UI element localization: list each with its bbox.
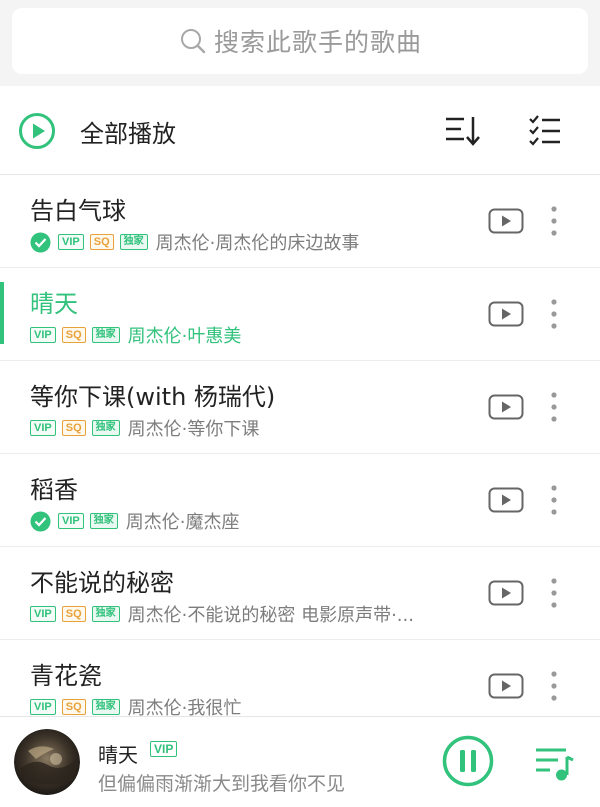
song-row-active[interactable]: 晴天 VIP SQ 独家 周杰伦·叶惠美 xyxy=(0,268,600,361)
song-title: 晴天 xyxy=(30,290,78,318)
song-title: 不能说的秘密 xyxy=(30,569,174,597)
vip-badge: VIP xyxy=(58,234,84,250)
toolbar: 全部播放 xyxy=(0,86,600,175)
now-playing-lyric: 但偏偏雨渐渐大到我看你不见 xyxy=(98,773,346,795)
video-play-icon[interactable] xyxy=(488,487,524,513)
song-title: 等你下课(with 杨瑞代) xyxy=(30,383,276,411)
song-artist: 周杰伦·等你下课 xyxy=(127,419,260,440)
video-play-icon[interactable] xyxy=(488,208,524,234)
more-vertical-icon[interactable] xyxy=(546,296,562,332)
exclusive-badge: 独家 xyxy=(119,234,148,250)
song-meta: VIP 独家 周杰伦·魔杰座 xyxy=(30,510,240,533)
sq-badge: SQ xyxy=(89,234,114,250)
vip-badge: VIP xyxy=(58,513,84,529)
play-all-button[interactable]: 全部播放 xyxy=(80,114,176,149)
now-playing-title: 晴天 xyxy=(98,743,138,767)
song-meta: VIP SQ 独家 周杰伦·不能说的秘密 电影原声带·... xyxy=(30,603,414,626)
exclusive-badge: 独家 xyxy=(91,699,120,715)
search-area: 搜索此歌手的歌曲 xyxy=(0,0,600,86)
song-row[interactable]: 不能说的秘密 VIP SQ 独家 周杰伦·不能说的秘密 电影原声带·... xyxy=(0,547,600,640)
song-list: 告白气球 VIP SQ 独家 周杰伦·周杰伦的床边故事 晴天 VIP SQ 独家… xyxy=(0,175,600,733)
video-play-icon[interactable] xyxy=(488,394,524,420)
check-circle-icon xyxy=(30,232,51,252)
exclusive-badge: 独家 xyxy=(89,513,118,529)
more-vertical-icon[interactable] xyxy=(546,203,562,239)
sq-badge: SQ xyxy=(61,420,86,436)
vip-badge: VIP xyxy=(30,327,56,343)
exclusive-badge: 独家 xyxy=(91,606,120,622)
song-title: 告白气球 xyxy=(30,197,126,225)
exclusive-badge: 独家 xyxy=(91,327,120,343)
pause-circle-icon[interactable] xyxy=(442,735,494,787)
song-artist: 周杰伦·周杰伦的床边故事 xyxy=(155,233,360,254)
sq-badge: SQ xyxy=(61,606,86,622)
sq-badge: SQ xyxy=(61,327,86,343)
multiselect-list-icon[interactable] xyxy=(528,114,562,148)
vip-badge: VIP xyxy=(30,420,56,436)
song-meta: VIP SQ 独家 周杰伦·我很忙 xyxy=(30,696,241,719)
song-artist: 周杰伦·不能说的秘密 电影原声带·... xyxy=(127,605,414,626)
more-vertical-icon[interactable] xyxy=(546,668,562,704)
video-play-icon[interactable] xyxy=(488,580,524,606)
song-meta: VIP SQ 独家 周杰伦·叶惠美 xyxy=(30,324,242,347)
now-playing-indicator xyxy=(0,282,4,344)
vip-badge: VIP xyxy=(30,699,56,715)
song-title: 青花瓷 xyxy=(30,662,102,690)
mini-player[interactable]: 晴天 VIP 但偏偏雨渐渐大到我看你不见 xyxy=(0,716,600,807)
video-play-icon[interactable] xyxy=(488,301,524,327)
song-artist: 周杰伦·叶惠美 xyxy=(127,326,242,347)
more-vertical-icon[interactable] xyxy=(546,389,562,425)
search-input[interactable]: 搜索此歌手的歌曲 xyxy=(12,8,588,74)
song-meta: VIP SQ 独家 周杰伦·等你下课 xyxy=(30,417,260,440)
search-placeholder: 搜索此歌手的歌曲 xyxy=(213,28,422,57)
song-artist: 周杰伦·魔杰座 xyxy=(125,512,240,533)
vip-badge: VIP xyxy=(150,741,178,757)
more-vertical-icon[interactable] xyxy=(546,575,562,611)
album-art[interactable] xyxy=(14,729,80,795)
song-meta: VIP SQ 独家 周杰伦·周杰伦的床边故事 xyxy=(30,231,360,254)
song-row[interactable]: 稻香 VIP 独家 周杰伦·魔杰座 xyxy=(0,454,600,547)
video-play-icon[interactable] xyxy=(488,673,524,699)
play-circle-icon[interactable] xyxy=(18,112,56,150)
search-icon xyxy=(180,29,206,54)
exclusive-badge: 独家 xyxy=(91,420,120,436)
sort-icon[interactable] xyxy=(444,114,482,148)
song-title: 稻香 xyxy=(30,476,78,504)
sq-badge: SQ xyxy=(61,699,86,715)
check-circle-icon xyxy=(30,511,51,531)
more-vertical-icon[interactable] xyxy=(546,482,562,518)
playlist-icon[interactable] xyxy=(534,743,574,783)
vip-badge: VIP xyxy=(30,606,56,622)
song-row[interactable]: 等你下课(with 杨瑞代) VIP SQ 独家 周杰伦·等你下课 xyxy=(0,361,600,454)
song-row[interactable]: 告白气球 VIP SQ 独家 周杰伦·周杰伦的床边故事 xyxy=(0,175,600,268)
